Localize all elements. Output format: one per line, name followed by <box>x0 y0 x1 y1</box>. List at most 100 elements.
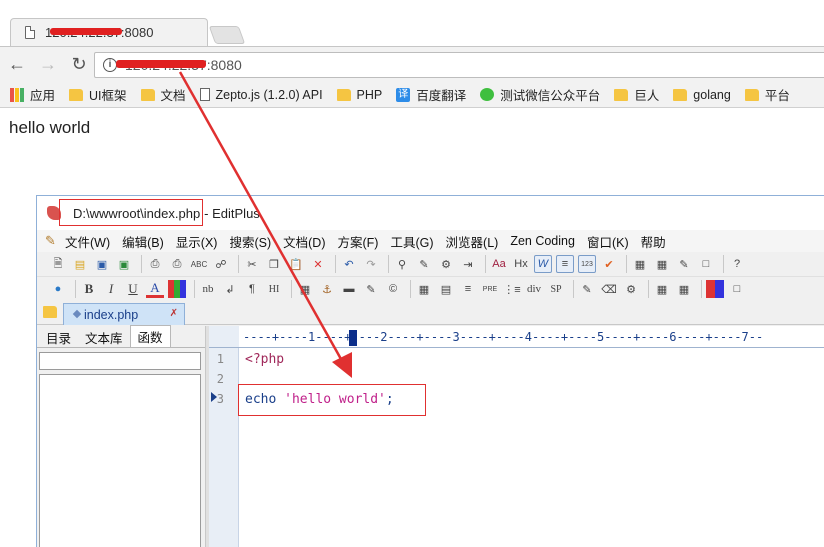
heading-button[interactable]: HI <box>265 280 283 298</box>
color-picker-icon[interactable] <box>706 280 724 298</box>
hr-icon[interactable]: ▬ <box>340 280 358 298</box>
panel-icon[interactable]: ▦ <box>653 280 671 298</box>
copyright-icon[interactable]: © <box>384 280 402 298</box>
wechat-icon <box>480 88 495 101</box>
new-tab-button[interactable] <box>208 26 246 44</box>
eraser-icon[interactable]: ⌫ <box>600 280 618 298</box>
underline-button[interactable]: U <box>124 280 142 298</box>
edit-tool-icon[interactable]: ✎ <box>675 255 693 273</box>
bold-button[interactable]: B <box>80 280 98 298</box>
color-palette-icon[interactable] <box>168 280 186 298</box>
paste-icon[interactable]: 📋 <box>287 255 305 273</box>
copy-icon[interactable]: ❐ <box>265 255 283 273</box>
html-edit-icon[interactable]: ✎ <box>578 280 596 298</box>
tools-icon[interactable]: ⚙ <box>622 280 640 298</box>
bookmark-wechat-test[interactable]: 测试微信公众平台 <box>480 85 600 104</box>
help-icon[interactable]: ? <box>728 255 746 273</box>
globe-icon[interactable]: ● <box>49 280 67 298</box>
spellcheck-icon[interactable]: ABC <box>190 255 208 273</box>
bookmark-zepto[interactable]: Zepto.js (1.2.0) API <box>199 88 323 102</box>
folder-icon[interactable] <box>43 306 57 318</box>
info-icon[interactable]: i <box>103 58 117 72</box>
save-icon[interactable]: ▣ <box>93 255 111 273</box>
find-icon[interactable]: ⚲ <box>393 255 411 273</box>
print-preview-icon[interactable]: ⎙ <box>146 255 164 273</box>
cut-icon[interactable]: ✂ <box>243 255 261 273</box>
menu-tools[interactable]: 工具(G) <box>390 232 433 251</box>
check-icon[interactable]: ✔ <box>600 255 618 273</box>
font-color-button[interactable]: A <box>146 280 164 298</box>
code-token: <?php <box>245 352 285 367</box>
word-wrap-icon[interactable]: W <box>534 255 552 273</box>
back-icon[interactable]: ← <box>3 51 31 79</box>
tab-directory[interactable]: 目录 <box>39 327 78 347</box>
reload-icon[interactable]: ↻ <box>65 51 93 79</box>
menu-project[interactable]: 方案(F) <box>338 232 379 251</box>
code-editor[interactable]: ----+----1----+----2----+----3----+----4… <box>209 326 824 547</box>
tab-cliptext[interactable]: 文本库 <box>78 327 130 347</box>
bookmark-giant[interactable]: 巨人 <box>614 85 659 104</box>
new-file-icon[interactable]: 🗎 <box>49 255 67 273</box>
window-list-icon[interactable]: ▦ <box>631 255 649 273</box>
anchor-icon[interactable]: ⚓ <box>318 280 336 298</box>
bookmark-apps[interactable]: 应用 <box>10 85 55 104</box>
menu-document[interactable]: 文档(D) <box>283 232 325 251</box>
italic-button[interactable]: I <box>102 280 120 298</box>
pre-button[interactable]: PRE <box>481 280 499 298</box>
bookmark-docs[interactable]: 文档 <box>140 85 186 104</box>
open-folder-icon[interactable]: ▤ <box>71 255 89 273</box>
line-number-gutter: 1 2 3 <box>209 348 239 547</box>
span-button[interactable]: SP <box>547 280 565 298</box>
image-icon[interactable]: ▦ <box>296 280 314 298</box>
close-tab-icon[interactable]: ✗ <box>170 308 178 319</box>
cliptext-icon[interactable]: ▦ <box>653 255 671 273</box>
function-list[interactable] <box>39 374 201 547</box>
menu-search[interactable]: 搜索(S) <box>229 232 271 251</box>
center-icon[interactable]: ≡ <box>459 280 477 298</box>
line-break-icon[interactable]: ↲ <box>221 280 239 298</box>
menu-zen-coding[interactable]: Zen Coding <box>510 234 575 248</box>
menu-window[interactable]: 窗口(K) <box>587 232 629 251</box>
frame-icon[interactable]: ▦ <box>675 280 693 298</box>
editplus-toolbar-html: ● B I U A nb ↲ ¶ HI ▦ ⚓ ▬ ✎ © ▦ ▤ ≡ PRE … <box>37 277 824 302</box>
table-icon[interactable]: ▦ <box>415 280 433 298</box>
undo-icon[interactable]: ↶ <box>340 255 358 273</box>
div-button[interactable]: div <box>525 280 543 298</box>
nbsp-button[interactable]: nb <box>199 280 217 298</box>
menu-browser[interactable]: 浏览器(L) <box>446 232 499 251</box>
save-all-icon[interactable]: ▣ <box>115 255 133 273</box>
redo-icon[interactable]: ↷ <box>362 255 380 273</box>
list-icon[interactable]: ⋮≡ <box>503 280 521 298</box>
delete-icon[interactable]: ✕ <box>309 255 327 273</box>
hex-view-icon[interactable]: Hx <box>512 255 530 273</box>
file-tab-index-php[interactable]: index.php ✗ <box>63 303 185 325</box>
form-icon[interactable]: ▤ <box>437 280 455 298</box>
function-filter-input[interactable] <box>39 352 201 370</box>
layout-icon[interactable]: □ <box>728 280 746 298</box>
menu-edit[interactable]: 编辑(B) <box>122 232 164 251</box>
tab-functions[interactable]: 函数 <box>129 325 171 347</box>
find-in-files-icon[interactable]: ⚙ <box>437 255 455 273</box>
goto-line-icon[interactable]: ⇥ <box>459 255 477 273</box>
bookmark-platform[interactable]: 平台 <box>744 85 790 104</box>
paragraph-button[interactable]: ¶ <box>243 280 261 298</box>
menu-help[interactable]: 帮助 <box>641 232 666 251</box>
replace-icon[interactable]: ✎ <box>415 255 433 273</box>
editplus-window: D:\wwwroot\index.php - EditPlus ✎ 文件(W) … <box>36 195 824 547</box>
bookmark-baidu-translate[interactable]: 译百度翻译 <box>396 85 466 104</box>
ruler-toggle-icon[interactable]: ≡ <box>556 255 574 273</box>
menu-file[interactable]: 文件(W) <box>65 232 110 251</box>
forward-icon[interactable]: → <box>34 51 62 79</box>
browser-view-icon[interactable]: ☍ <box>212 255 230 273</box>
edit-pen-icon[interactable]: ✎ <box>362 280 380 298</box>
menu-view[interactable]: 显示(X) <box>176 232 218 251</box>
line-number-toggle-icon[interactable]: 123 <box>578 255 596 273</box>
bookmark-golang[interactable]: golang <box>673 88 731 102</box>
editplus-sidebar: 目录 文本库 函数 <box>37 325 205 547</box>
bookmark-ui-framework[interactable]: UI框架 <box>69 85 127 104</box>
editplus-toolbar-main: 🗎 ▤ ▣ ▣ ⎙ ⎙ ABC ☍ ✂ ❐ 📋 ✕ ↶ ↷ ⚲ ✎ ⚙ ⇥ Aa… <box>37 252 824 277</box>
print-icon[interactable]: ⎙ <box>168 255 186 273</box>
fullscreen-icon[interactable]: □ <box>697 255 715 273</box>
font-icon[interactable]: Aa <box>490 255 508 273</box>
bookmark-php[interactable]: PHP <box>336 88 382 102</box>
